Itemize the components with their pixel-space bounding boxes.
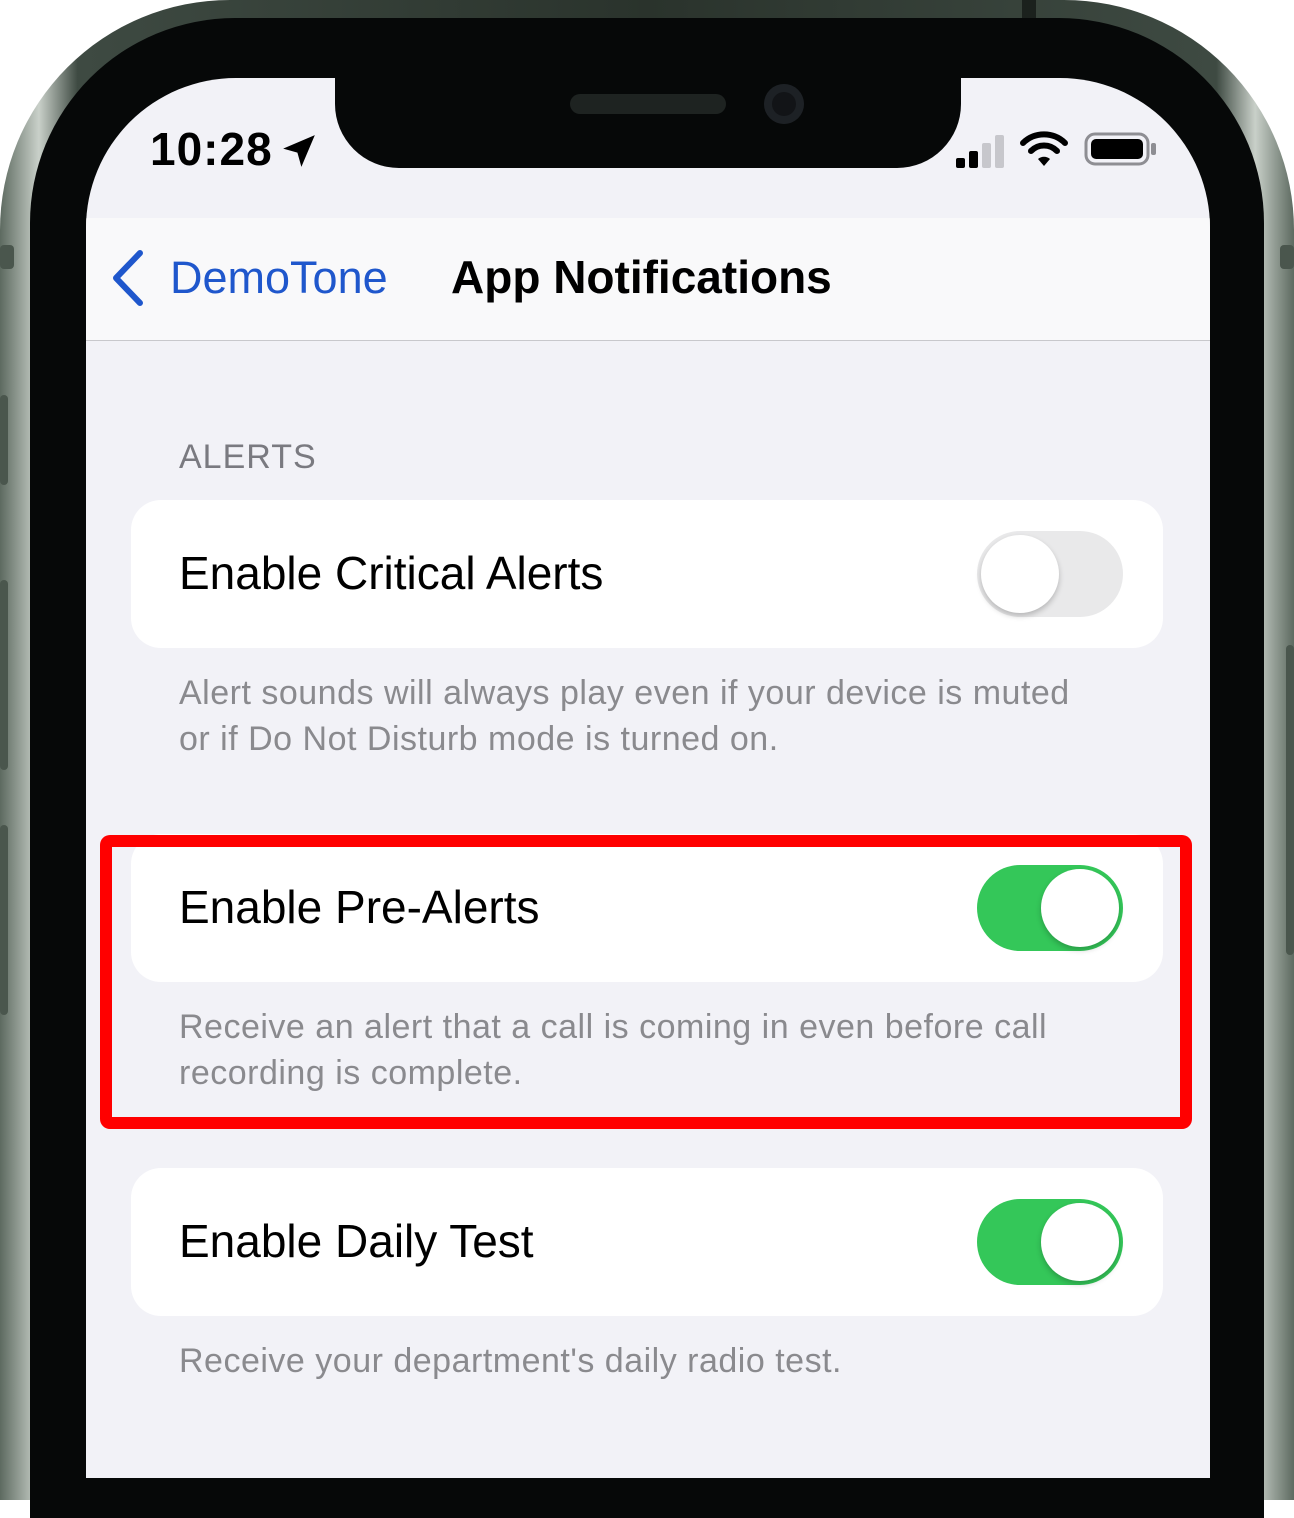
navigation-bar: DemoTone App Notifications bbox=[86, 218, 1210, 341]
setting-footer: Alert sounds will always play even if yo… bbox=[179, 674, 1070, 758]
notch bbox=[335, 78, 961, 168]
side-button bbox=[0, 825, 8, 1015]
status-time: 10:28 bbox=[150, 123, 273, 175]
chevron-left-icon bbox=[113, 250, 143, 306]
pre-alerts-toggle[interactable] bbox=[977, 865, 1123, 951]
speaker-grille bbox=[570, 94, 726, 114]
power-side-button bbox=[1280, 245, 1294, 269]
setting-row-critical-alerts: Enable Critical Alerts bbox=[131, 500, 1163, 648]
location-arrow-icon bbox=[283, 135, 315, 167]
cellular-signal-icon bbox=[956, 135, 1004, 168]
back-label: DemoTone bbox=[170, 252, 388, 303]
page-title: App Notifications bbox=[451, 251, 832, 303]
antenna-band bbox=[1022, 0, 1036, 20]
wifi-icon bbox=[1020, 131, 1068, 166]
side-button bbox=[0, 580, 8, 770]
side-button bbox=[1286, 645, 1294, 955]
toggle-knob bbox=[1041, 869, 1119, 947]
setting-label: Enable Pre-Alerts bbox=[179, 881, 540, 933]
toggle-knob bbox=[981, 535, 1059, 613]
daily-test-toggle[interactable] bbox=[977, 1199, 1123, 1285]
section-header-alerts: ALERTS bbox=[179, 438, 317, 476]
volume-side-button bbox=[0, 245, 14, 269]
toggle-knob bbox=[1041, 1203, 1119, 1281]
setting-row-daily-test: Enable Daily Test bbox=[131, 1168, 1163, 1316]
setting-footer: Receive your department's daily radio te… bbox=[179, 1342, 842, 1380]
setting-footer: Receive an alert that a call is coming i… bbox=[179, 1008, 1048, 1092]
setting-label: Enable Daily Test bbox=[179, 1215, 534, 1267]
back-button[interactable]: DemoTone bbox=[110, 246, 388, 310]
side-button bbox=[0, 395, 8, 485]
phone-screen: 10:28 DemoTone App Notifications ALERTS bbox=[86, 78, 1210, 1478]
setting-row-pre-alerts: Enable Pre-Alerts bbox=[131, 834, 1163, 982]
critical-alerts-toggle[interactable] bbox=[977, 531, 1123, 617]
front-camera bbox=[764, 84, 804, 124]
battery-icon bbox=[1084, 132, 1156, 166]
setting-label: Enable Critical Alerts bbox=[179, 547, 604, 599]
